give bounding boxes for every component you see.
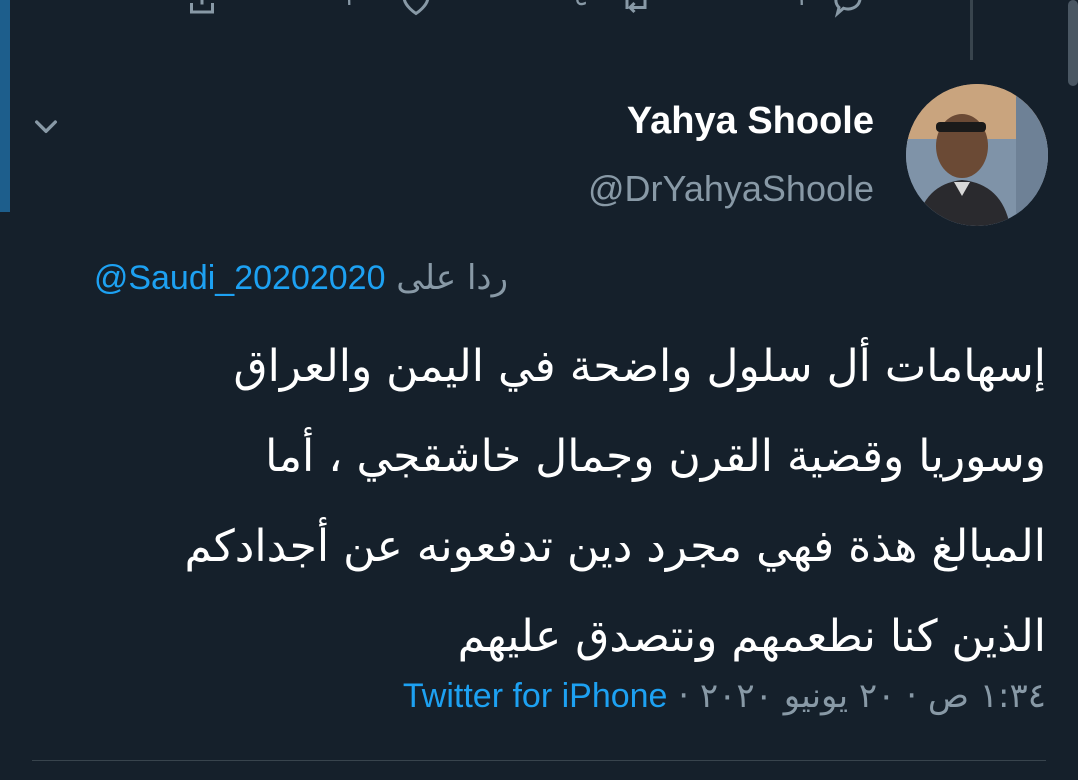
reply-mention-link[interactable]: @Saudi_20202020 (94, 259, 386, 297)
tweet-text-line: وسوريا وقضية القرن وجمال خاشقجي ، أما (265, 431, 1046, 482)
thread-connector-line (970, 0, 973, 60)
like-button[interactable] (398, 0, 434, 18)
tweet-text-line: الذين كنا نطعمهم ونتصدق عليهم (457, 611, 1046, 662)
share-button[interactable] (184, 0, 220, 18)
author-handle[interactable]: @DrYahyaShoole (588, 168, 874, 210)
tweet-text-line: إسهامات أل سلول واضحة في اليمن والعراق (233, 341, 1046, 392)
divider (32, 760, 1046, 761)
reply-button[interactable] (830, 0, 866, 18)
chevron-down-icon (35, 120, 57, 133)
tweet-meta: ١:٣٤ ص · ٢٠ يونيو ٢٠٢٠ · Twitter for iPh… (403, 676, 1046, 716)
retweet-count: ٤ (574, 0, 588, 12)
retweet-button[interactable] (618, 0, 654, 18)
thread-accent-bar (0, 0, 10, 212)
reply-count: ١ (794, 0, 808, 12)
tweet-timestamp[interactable]: ١:٣٤ ص · ٢٠ يونيو ٢٠٢٠ (700, 676, 1046, 716)
avatar-photo (906, 84, 1048, 226)
share-icon (190, 0, 214, 14)
more-options-button[interactable] (30, 110, 62, 142)
reply-context: ردا على @Saudi_20202020 (94, 258, 508, 298)
avatar[interactable] (906, 84, 1048, 226)
reply-icon (834, 0, 862, 18)
author-name[interactable]: Yahya Shoole (627, 100, 874, 143)
tweet-text: إسهامات أل سلول واضحة في اليمن والعراق و… (26, 322, 1046, 682)
tweet-source-link[interactable]: Twitter for iPhone (403, 677, 668, 715)
retweet-icon (625, 0, 647, 14)
tweet-detail-view: ٢ ٤ ١ Yahya Shoole @DrYahyaShoole (0, 0, 1078, 780)
meta-separator: · (678, 676, 690, 716)
heart-icon (402, 0, 430, 16)
reply-prefix: ردا على (396, 258, 508, 298)
like-count: ٢ (344, 0, 358, 12)
tweet-text-line: المبالغ هذة فهي مجرد دين تدفعونه عن أجدا… (184, 521, 1046, 572)
previous-tweet-actions: ٢ ٤ ١ (0, 0, 1078, 22)
